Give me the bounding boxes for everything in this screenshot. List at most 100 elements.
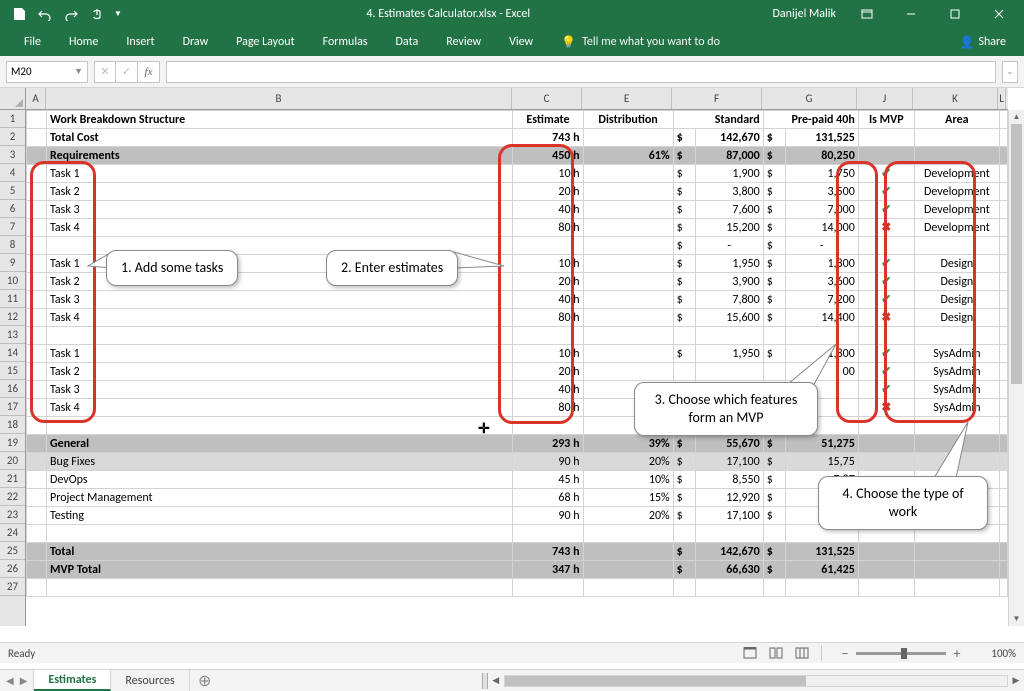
col-header-j[interactable]: J [857, 88, 913, 109]
row-header-10[interactable]: 10 [0, 272, 25, 290]
row-header-25[interactable]: 25 [0, 542, 25, 560]
col-header-e[interactable]: E [582, 88, 672, 109]
minimize-button[interactable] [890, 0, 932, 28]
cell-estimate-header[interactable]: Estimate [513, 111, 583, 129]
cell-req-std[interactable]: 87,000 [695, 147, 763, 165]
zoom-value[interactable]: 100% [976, 647, 1016, 660]
col-header-l[interactable]: L [998, 88, 1006, 109]
cancel-formula-icon[interactable]: ✕ [94, 61, 116, 83]
user-name[interactable]: Danijel Malik [773, 7, 836, 21]
check-icon[interactable]: ✔ [858, 201, 914, 219]
cell-wbs-header[interactable]: Work Breakdown Structure [47, 111, 513, 129]
row-header-12[interactable]: 12 [0, 308, 25, 326]
cross-icon[interactable]: ✖ [858, 399, 914, 417]
sheet-tab-estimates[interactable]: Estimates [34, 670, 111, 691]
row-header-15[interactable]: 15 [0, 362, 25, 380]
sheet-nav-next-icon[interactable]: ▶ [20, 674, 28, 687]
add-sheet-button[interactable]: ⊕ [190, 670, 220, 691]
sheet-nav-prev-icon[interactable]: ◀ [6, 674, 14, 687]
cell-area-header[interactable]: Area [914, 111, 999, 129]
row-header-24[interactable]: 24 [0, 524, 25, 542]
row-header-13[interactable]: 13 [0, 326, 25, 344]
row-header-14[interactable]: 14 [0, 344, 25, 362]
expand-formula-bar-icon[interactable]: ⌄ [1002, 61, 1018, 83]
tell-me-search[interactable]: 💡 Tell me what you want to do [547, 35, 720, 50]
col-header-a[interactable]: A [26, 88, 46, 109]
insert-function-button[interactable]: fx [138, 61, 160, 83]
row-header-3[interactable]: 3 [0, 146, 25, 164]
row-header-8[interactable]: 8 [0, 236, 25, 254]
row-header-5[interactable]: 5 [0, 182, 25, 200]
row-header-22[interactable]: 22 [0, 488, 25, 506]
undo-icon[interactable] [34, 3, 56, 25]
row-header-6[interactable]: 6 [0, 200, 25, 218]
check-icon[interactable]: ✔ [858, 381, 914, 399]
row-header-9[interactable]: 9 [0, 254, 25, 272]
enter-formula-icon[interactable]: ✓ [116, 61, 138, 83]
cell-req-dist[interactable]: 61% [583, 147, 673, 165]
cell-totalcost-label[interactable]: Total Cost [47, 129, 513, 147]
col-header-f[interactable]: F [672, 88, 762, 109]
cross-icon[interactable]: ✖ [858, 219, 914, 237]
tab-data[interactable]: Data [382, 29, 433, 55]
cell-totalcost-est[interactable]: 743 h [513, 129, 583, 147]
cell-mvp-header[interactable]: Is MVP [858, 111, 914, 129]
qat-dropdown-icon[interactable]: ▼ [112, 3, 124, 25]
hscroll-thumb[interactable] [505, 676, 806, 686]
cell-totalcost-std[interactable]: 142,670 [695, 129, 763, 147]
name-box[interactable]: M20 ▼ [6, 61, 88, 83]
col-header-g[interactable]: G [762, 88, 857, 109]
col-header-k[interactable]: K [913, 88, 998, 109]
check-icon[interactable]: ✔ [858, 273, 914, 291]
select-all-corner[interactable] [0, 88, 26, 110]
row-header-20[interactable]: 20 [0, 452, 25, 470]
tab-view[interactable]: View [495, 29, 547, 55]
cell-distribution-header[interactable]: Distribution [583, 111, 673, 129]
zoom-thumb[interactable] [901, 648, 907, 659]
page-break-view-icon[interactable] [791, 644, 813, 662]
cell-standard-header[interactable]: Standard [673, 111, 763, 129]
tab-review[interactable]: Review [432, 29, 495, 55]
check-icon[interactable]: ✔ [858, 363, 914, 381]
row-header-21[interactable]: 21 [0, 470, 25, 488]
sheet-tab-resources[interactable]: Resources [111, 670, 189, 691]
row-header-7[interactable]: 7 [0, 218, 25, 236]
tab-formulas[interactable]: Formulas [309, 29, 382, 55]
row-header-23[interactable]: 23 [0, 506, 25, 524]
row-header-4[interactable]: 4 [0, 164, 25, 182]
col-header-c[interactable]: C [512, 88, 582, 109]
redo-icon[interactable] [60, 3, 82, 25]
row-header-27[interactable]: 27 [0, 578, 25, 596]
col-header-b[interactable]: B [46, 88, 512, 109]
row-header-16[interactable]: 16 [0, 380, 25, 398]
zoom-slider[interactable]: − + [838, 645, 964, 662]
row-header-18[interactable]: 18 [0, 416, 25, 434]
cross-icon[interactable]: ✖ [858, 309, 914, 327]
scroll-left-icon[interactable]: ◀ [488, 675, 504, 686]
check-icon[interactable]: ✔ [858, 291, 914, 309]
chevron-down-icon[interactable]: ▼ [74, 66, 83, 77]
check-icon[interactable]: ✔ [858, 255, 914, 273]
tab-home[interactable]: Home [55, 29, 112, 55]
row-header-1[interactable]: 1 [0, 110, 25, 128]
horizontal-scrollbar[interactable]: ◀ ▶ [480, 670, 1024, 691]
cell-req-label[interactable]: Requirements [47, 147, 513, 165]
cell-req-pre[interactable]: 80,250 [785, 147, 858, 165]
scroll-down-icon[interactable]: ▼ [1009, 612, 1024, 626]
touch-mode-icon[interactable] [86, 3, 108, 25]
scroll-right-icon[interactable]: ▶ [1008, 675, 1024, 686]
formula-input[interactable] [166, 61, 996, 83]
row-header-11[interactable]: 11 [0, 290, 25, 308]
zoom-out-button[interactable]: − [838, 645, 852, 662]
row-header-19[interactable]: 19 [0, 434, 25, 452]
save-icon[interactable] [8, 3, 30, 25]
zoom-in-button[interactable]: + [950, 645, 964, 662]
cells-area[interactable]: Work Breakdown Structure Estimate Distri… [26, 110, 1008, 626]
cell-req-est[interactable]: 450 h [513, 147, 583, 165]
page-layout-view-icon[interactable] [765, 644, 787, 662]
vertical-scrollbar[interactable]: ▲ ▼ [1008, 110, 1024, 626]
tab-insert[interactable]: Insert [112, 29, 168, 55]
close-button[interactable] [978, 0, 1020, 28]
check-icon[interactable]: ✔ [858, 165, 914, 183]
row-header-26[interactable]: 26 [0, 560, 25, 578]
